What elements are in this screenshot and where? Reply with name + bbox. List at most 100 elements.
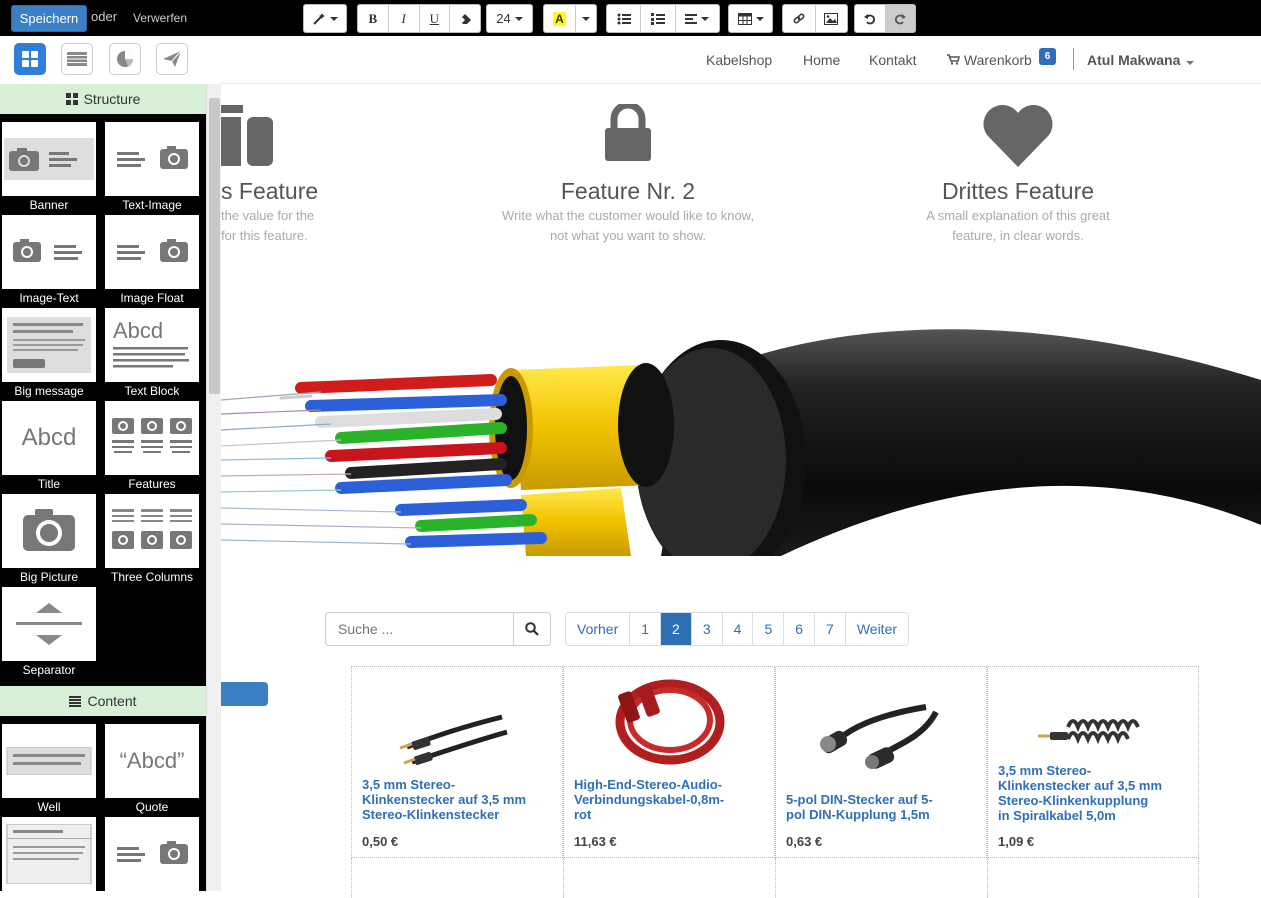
- product-card[interactable]: High-End-Stereo-Audio- Verbindungskabel-…: [563, 667, 775, 858]
- product-name[interactable]: 5-pol DIN-Stecker auf 5- pol DIN-Kupplun…: [786, 792, 981, 822]
- font-size-dropdown[interactable]: 24: [486, 4, 533, 33]
- pager-next[interactable]: Weiter: [845, 613, 909, 645]
- snippet-big-message[interactable]: Big message: [2, 308, 96, 401]
- undo-icon[interactable]: [855, 5, 886, 32]
- publish-tab[interactable]: [156, 43, 188, 75]
- snippet-quote[interactable]: “Abcd” Quote: [105, 724, 199, 817]
- image-icon[interactable]: [816, 5, 848, 32]
- pager-page[interactable]: 6: [784, 613, 816, 645]
- snippet-title[interactable]: Abcd Title: [2, 401, 96, 494]
- align-dropdown[interactable]: [676, 5, 719, 32]
- analytics-tab[interactable]: [109, 43, 141, 75]
- big-message-thumbnail: [2, 308, 96, 382]
- save-button[interactable]: Speichern: [11, 5, 87, 32]
- editor-toolbar: Speichern oder Verwerfen B I U 24 A: [0, 0, 1261, 36]
- customize-tab[interactable]: [61, 43, 93, 75]
- snippet-text-image[interactable]: Text-Image: [105, 122, 199, 215]
- nav-link-kabelshop[interactable]: Kabelshop: [706, 52, 772, 68]
- product-card[interactable]: 3,5 mm Stereo- Klinkenstecker auf 3,5 mm…: [351, 667, 563, 858]
- scroll-thumb[interactable]: [209, 98, 220, 394]
- user-menu[interactable]: Atul Makwana: [1087, 52, 1195, 68]
- snippet-features-label: Features: [128, 477, 176, 491]
- table-icon[interactable]: [729, 5, 772, 32]
- pager-page[interactable]: 7: [815, 613, 846, 645]
- category-structure[interactable]: Structure: [0, 84, 206, 114]
- snippet-separator[interactable]: Separator: [2, 587, 96, 680]
- snippet-text-block[interactable]: Abcd Text Block: [105, 308, 199, 401]
- snippet-banner[interactable]: Banner: [2, 122, 96, 215]
- lock-icon: [605, 104, 651, 161]
- search-input[interactable]: [326, 613, 513, 645]
- product-image: [1038, 719, 1140, 745]
- snippet-banner-label: Banner: [29, 198, 69, 212]
- snippet-text-image-label: Text-Image: [122, 198, 182, 212]
- snippet-text-image-2[interactable]: [105, 817, 199, 891]
- link-icon[interactable]: [783, 5, 816, 32]
- pager-prev[interactable]: Vorher: [566, 613, 631, 645]
- pager-page[interactable]: 3: [691, 613, 723, 645]
- insert-group: [782, 4, 848, 33]
- big-picture-thumbnail: [2, 494, 96, 568]
- text-image-thumbnail: [105, 122, 199, 196]
- italic-button[interactable]: I: [389, 5, 420, 32]
- font-size-value[interactable]: 24: [487, 5, 532, 32]
- snippet-big-picture[interactable]: Big Picture: [2, 494, 96, 587]
- bullet-list-icon[interactable]: [607, 5, 642, 32]
- snippet-card[interactable]: [2, 817, 96, 891]
- magic-wand-icon[interactable]: [304, 5, 346, 32]
- underline-button[interactable]: U: [420, 5, 451, 32]
- eraser-icon[interactable]: [450, 5, 480, 32]
- well-thumbnail: [2, 724, 96, 798]
- text-format-group: B I U: [357, 4, 481, 33]
- category-content[interactable]: Content: [0, 686, 206, 716]
- product-name[interactable]: High-End-Stereo-Audio- Verbindungskabel-…: [574, 777, 769, 822]
- product-price: 0,50 €: [362, 834, 399, 849]
- image-float-thumbnail: [105, 215, 199, 289]
- nav-link-cart[interactable]: Warenkorb: [947, 52, 1032, 68]
- pager-page[interactable]: 4: [722, 613, 754, 645]
- title-thumbnail: Abcd: [2, 401, 96, 475]
- pager-page-active[interactable]: 2: [661, 613, 692, 645]
- hero-banner-image: [221, 310, 1261, 556]
- side-category-tab[interactable]: [221, 682, 268, 706]
- nav-link-home[interactable]: Home: [803, 52, 840, 68]
- redo-icon[interactable]: [885, 5, 915, 32]
- content-snippets: Well “Abcd” Quote: [0, 716, 206, 891]
- table-dropdown[interactable]: [728, 4, 773, 33]
- snippet-three-columns[interactable]: Three Columns: [105, 494, 199, 587]
- snippet-sidebar: Structure Banner Text-Image Image-Text I…: [0, 36, 206, 891]
- pie-chart-icon: [117, 51, 133, 67]
- grid-line: [351, 858, 352, 898]
- style-dropdown[interactable]: [303, 4, 347, 33]
- search-button[interactable]: [513, 613, 550, 645]
- highlight-color-dropdown[interactable]: [576, 5, 596, 32]
- product-name[interactable]: 3,5 mm Stereo- Klinkenstecker auf 3,5 mm…: [362, 777, 557, 822]
- bold-button[interactable]: B: [358, 5, 389, 32]
- product-card[interactable]: 3,5 mm Stereo- Klinkenstecker auf 3,5 mm…: [987, 667, 1199, 858]
- highlight-color-button[interactable]: A: [544, 5, 576, 32]
- snippet-image-float[interactable]: Image Float: [105, 215, 199, 308]
- numbered-list-icon[interactable]: [641, 5, 676, 32]
- product-row-2: [351, 858, 1199, 898]
- blocks-tab[interactable]: [14, 43, 46, 75]
- grid-line: [987, 858, 988, 898]
- blocks-icon: [22, 51, 38, 67]
- snippet-image-text[interactable]: Image-Text: [2, 215, 96, 308]
- pager-page[interactable]: 5: [753, 613, 785, 645]
- discard-link[interactable]: Verwerfen: [133, 11, 187, 25]
- product-name-line: pol DIN-Kupplung 1,5m: [786, 807, 930, 822]
- product-card[interactable]: 5-pol DIN-Stecker auf 5- pol DIN-Kupplun…: [775, 667, 987, 858]
- three-columns-thumbnail: [105, 494, 199, 568]
- snippet-well[interactable]: Well: [2, 724, 96, 817]
- list-layout-icon: [67, 52, 87, 66]
- sidebar-scrollbar[interactable]: [206, 84, 221, 891]
- product-name-line: 3,5 mm Stereo-: [362, 777, 456, 792]
- heart-icon: [983, 105, 1053, 167]
- nav-link-kontakt[interactable]: Kontakt: [869, 52, 916, 68]
- pager-page[interactable]: 1: [630, 613, 662, 645]
- snippet-features[interactable]: Features: [105, 401, 199, 494]
- pagination: Vorher 1 2 3 4 5 6 7 Weiter: [565, 612, 910, 646]
- product-image: [820, 704, 939, 769]
- product-name[interactable]: 3,5 mm Stereo- Klinkenstecker auf 3,5 mm…: [998, 763, 1193, 823]
- card-thumbnail: [2, 817, 96, 891]
